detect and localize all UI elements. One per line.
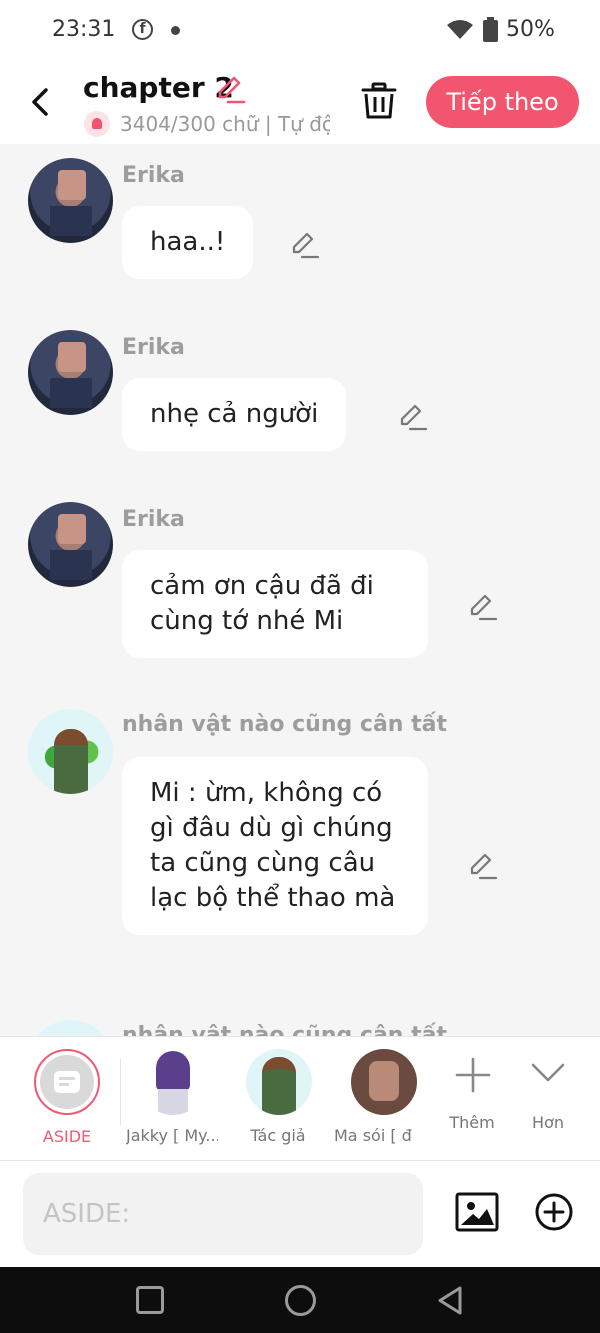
aside-input[interactable] [23,1173,423,1255]
sender-name: Erika [122,163,185,188]
chat-area[interactable]: Erika haa..! Erika nhẹ cả người Erika cả… [0,144,600,1036]
avatar-erika[interactable] [28,158,113,243]
system-back-icon[interactable] [436,1285,464,1316]
character-ma-soi[interactable] [351,1049,417,1115]
edit-title-icon[interactable] [214,73,246,105]
character-label: Jakky [ My... [126,1126,218,1145]
message-bubble[interactable]: haa..! [122,206,254,279]
word-count: 3404/300 chữ | Tự độ [120,112,330,136]
edit-message-icon[interactable] [398,402,428,432]
character-label: Tác giả [250,1126,306,1145]
home-icon[interactable] [285,1285,316,1316]
recents-icon[interactable] [136,1286,164,1314]
avatar-erika[interactable] [28,330,113,415]
expand-label[interactable]: Hơn [518,1113,578,1132]
next-button[interactable]: Tiếp theo [426,76,579,128]
add-character-label[interactable]: Thêm [442,1113,502,1132]
status-time: 23:31 [52,17,116,42]
battery-level: 50% [506,17,555,42]
bell-icon [84,111,110,137]
avatar-erika[interactable] [28,502,113,587]
trash-icon[interactable] [361,82,397,120]
editor-header: chapter 2 3404/300 chữ | Tự độ Tiếp theo [0,62,600,144]
avatar-character[interactable] [28,1020,113,1036]
input-bar [0,1160,600,1267]
system-nav-bar [0,1267,600,1333]
tray-divider [120,1059,121,1125]
sender-name: Erika [122,335,185,360]
message-bubble[interactable]: Mi : ừm, không có gì đâu dù gì chúng ta … [122,757,428,935]
chapter-title[interactable]: chapter 2 [83,71,234,104]
character-label: Ma sói [ đ [334,1126,412,1145]
add-circle-icon[interactable] [534,1192,574,1232]
wifi-icon [447,20,473,39]
message-bubble[interactable]: nhẹ cả người [122,378,347,451]
chevron-down-icon[interactable] [530,1061,566,1085]
sender-name: nhân vật nào cũng cân tất [122,1023,447,1036]
character-jakky[interactable] [140,1049,206,1115]
status-bar: 23:31 f 50% [0,0,600,62]
edit-message-icon[interactable] [468,851,498,881]
sender-name: nhân vật nào cũng cân tất [122,712,447,737]
avatar-character[interactable] [28,709,113,794]
sender-name: Erika [122,507,185,532]
facebook-icon: f [132,19,153,40]
edit-message-icon[interactable] [468,592,498,622]
edit-message-icon[interactable] [290,230,320,260]
plus-icon[interactable] [455,1057,491,1093]
image-icon[interactable] [455,1192,499,1232]
battery-icon [483,17,498,42]
notification-dot-icon [171,26,180,35]
aside-button[interactable] [34,1049,100,1115]
aside-icon [40,1055,94,1109]
back-arrow-icon[interactable] [26,84,56,120]
aside-label: ASIDE [42,1127,92,1146]
message-bubble[interactable]: cảm ơn cậu đã đi cùng tớ nhé Mi [122,550,428,658]
character-tac-gia[interactable] [246,1049,312,1115]
